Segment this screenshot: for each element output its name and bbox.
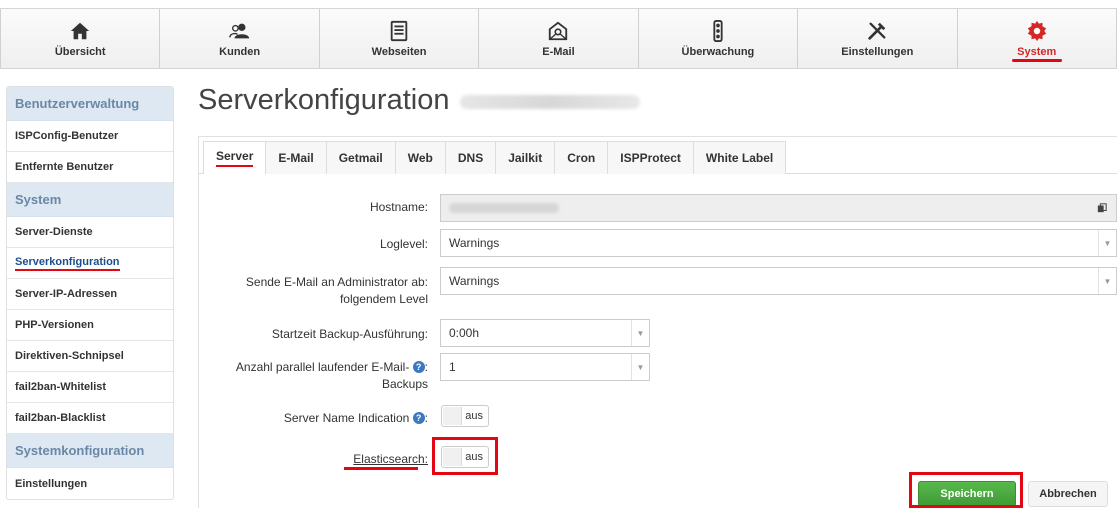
tab-cron[interactable]: Cron: [554, 141, 609, 174]
chevron-down-icon: ▼: [631, 354, 649, 380]
hostname-field[interactable]: [440, 194, 1117, 222]
nav-label: System: [1017, 45, 1057, 58]
chevron-down-icon: ▼: [1098, 230, 1116, 256]
nav-system[interactable]: System: [958, 9, 1117, 68]
nav-websites[interactable]: Webseiten: [320, 9, 480, 68]
tab-bar: Server E-Mail Getmail Web DNS Jailkit Cr…: [198, 136, 1117, 174]
highlight-box: [909, 472, 1023, 508]
sni-toggle[interactable]: aus: [441, 405, 489, 427]
gear-icon: [1027, 20, 1046, 41]
loglevel-select[interactable]: Warnings ▼: [440, 229, 1117, 257]
active-underline: [1011, 59, 1062, 62]
sidebar-item-settings[interactable]: Einstellungen: [7, 468, 173, 499]
chevron-down-icon: ▼: [1098, 268, 1116, 294]
tools-icon: [868, 22, 886, 40]
nav-label: Überwachung: [681, 45, 755, 58]
nav-overview[interactable]: Übersicht: [0, 9, 161, 68]
nav-label: Einstellungen: [841, 45, 914, 58]
redacted-value: [449, 203, 559, 213]
chevron-down-icon: ▼: [631, 320, 649, 346]
page-title: Serverkonfiguration: [198, 84, 450, 116]
backup-time-value: 0:00h: [449, 326, 480, 340]
main-navigation: Übersicht Kunden Webseiten E-Mail Überwa…: [0, 8, 1117, 69]
redacted-hostname: [460, 95, 640, 109]
backup-time-label: Startzeit Backup-Ausführung:: [271, 327, 428, 341]
sidebar-item-server-ips[interactable]: Server-IP-Adressen: [7, 279, 173, 310]
nav-email[interactable]: E-Mail: [479, 9, 639, 68]
sidebar-item-remote-users[interactable]: Entfernte Benutzer: [7, 152, 173, 183]
sidebar-item-server-services[interactable]: Server-Dienste: [7, 217, 173, 248]
sidebar-header: Benutzerverwaltung: [7, 87, 173, 121]
sidebar: Benutzerverwaltung ISPConfig-Benutzer En…: [6, 86, 174, 500]
sidebar-header: System: [7, 183, 173, 217]
parallel-backups-select[interactable]: 1 ▼: [440, 353, 650, 381]
parallel-backups-value: 1: [449, 360, 456, 374]
sidebar-item-server-config[interactable]: Serverkonfiguration: [7, 248, 173, 279]
admin-mail-level-value: Warnings: [449, 274, 500, 288]
tab-ispprotect[interactable]: ISPProtect: [607, 141, 694, 174]
tab-dns[interactable]: DNS: [444, 141, 497, 174]
sidebar-item-fail2ban-blacklist[interactable]: fail2ban-Blacklist: [7, 403, 173, 434]
copy-icon[interactable]: [1097, 203, 1107, 213]
loglevel-label: Loglevel:: [379, 237, 428, 251]
home-icon: [71, 22, 90, 39]
sni-label: Server Name Indication ?:: [283, 411, 428, 425]
users-icon: [228, 23, 249, 38]
nav-settings[interactable]: Einstellungen: [798, 9, 958, 68]
document-icon: [390, 20, 408, 41]
tab-server[interactable]: Server: [203, 141, 267, 174]
tab-getmail[interactable]: Getmail: [325, 141, 396, 174]
help-icon[interactable]: ?: [412, 361, 425, 373]
mail-icon: [549, 21, 568, 40]
elasticsearch-label: Elasticsearch:: [353, 452, 428, 466]
nav-label: Webseiten: [371, 45, 427, 58]
tab-jailkit[interactable]: Jailkit: [495, 141, 556, 174]
tab-email[interactable]: E-Mail: [265, 141, 327, 174]
backup-time-select[interactable]: 0:00h ▼: [440, 319, 650, 347]
elasticsearch-underline: [344, 467, 418, 470]
nav-label: Übersicht: [54, 45, 106, 58]
parallel-backups-label: Anzahl parallel laufender E-Mail- ?: Back…: [235, 360, 428, 391]
tab-white-label[interactable]: White Label: [692, 141, 787, 174]
admin-mail-label: Sende E-Mail an Administrator ab: folgend…: [245, 275, 428, 306]
content-panel: [198, 136, 1117, 508]
sidebar-header: Systemkonfiguration: [7, 434, 173, 468]
tab-web[interactable]: Web: [394, 141, 446, 174]
sidebar-item-php-versions[interactable]: PHP-Versionen: [7, 310, 173, 341]
traffic-light-icon: [713, 19, 723, 42]
help-icon[interactable]: ?: [412, 412, 425, 424]
nav-customers[interactable]: Kunden: [160, 9, 320, 68]
sidebar-item-directive-snippets[interactable]: Direktiven-Schnipsel: [7, 341, 173, 372]
nav-label: E-Mail: [542, 45, 575, 58]
hostname-label: Hostname:: [369, 200, 428, 214]
sidebar-item-fail2ban-whitelist[interactable]: fail2ban-Whitelist: [7, 372, 173, 403]
admin-mail-level-select[interactable]: Warnings ▼: [440, 267, 1117, 295]
nav-label: Kunden: [219, 45, 261, 58]
nav-monitoring[interactable]: Überwachung: [639, 9, 799, 68]
loglevel-value: Warnings: [449, 236, 500, 250]
sidebar-item-ispconfig-users[interactable]: ISPConfig-Benutzer: [7, 121, 173, 152]
cancel-button[interactable]: Abbrechen: [1028, 481, 1108, 507]
highlight-box: [432, 437, 498, 475]
